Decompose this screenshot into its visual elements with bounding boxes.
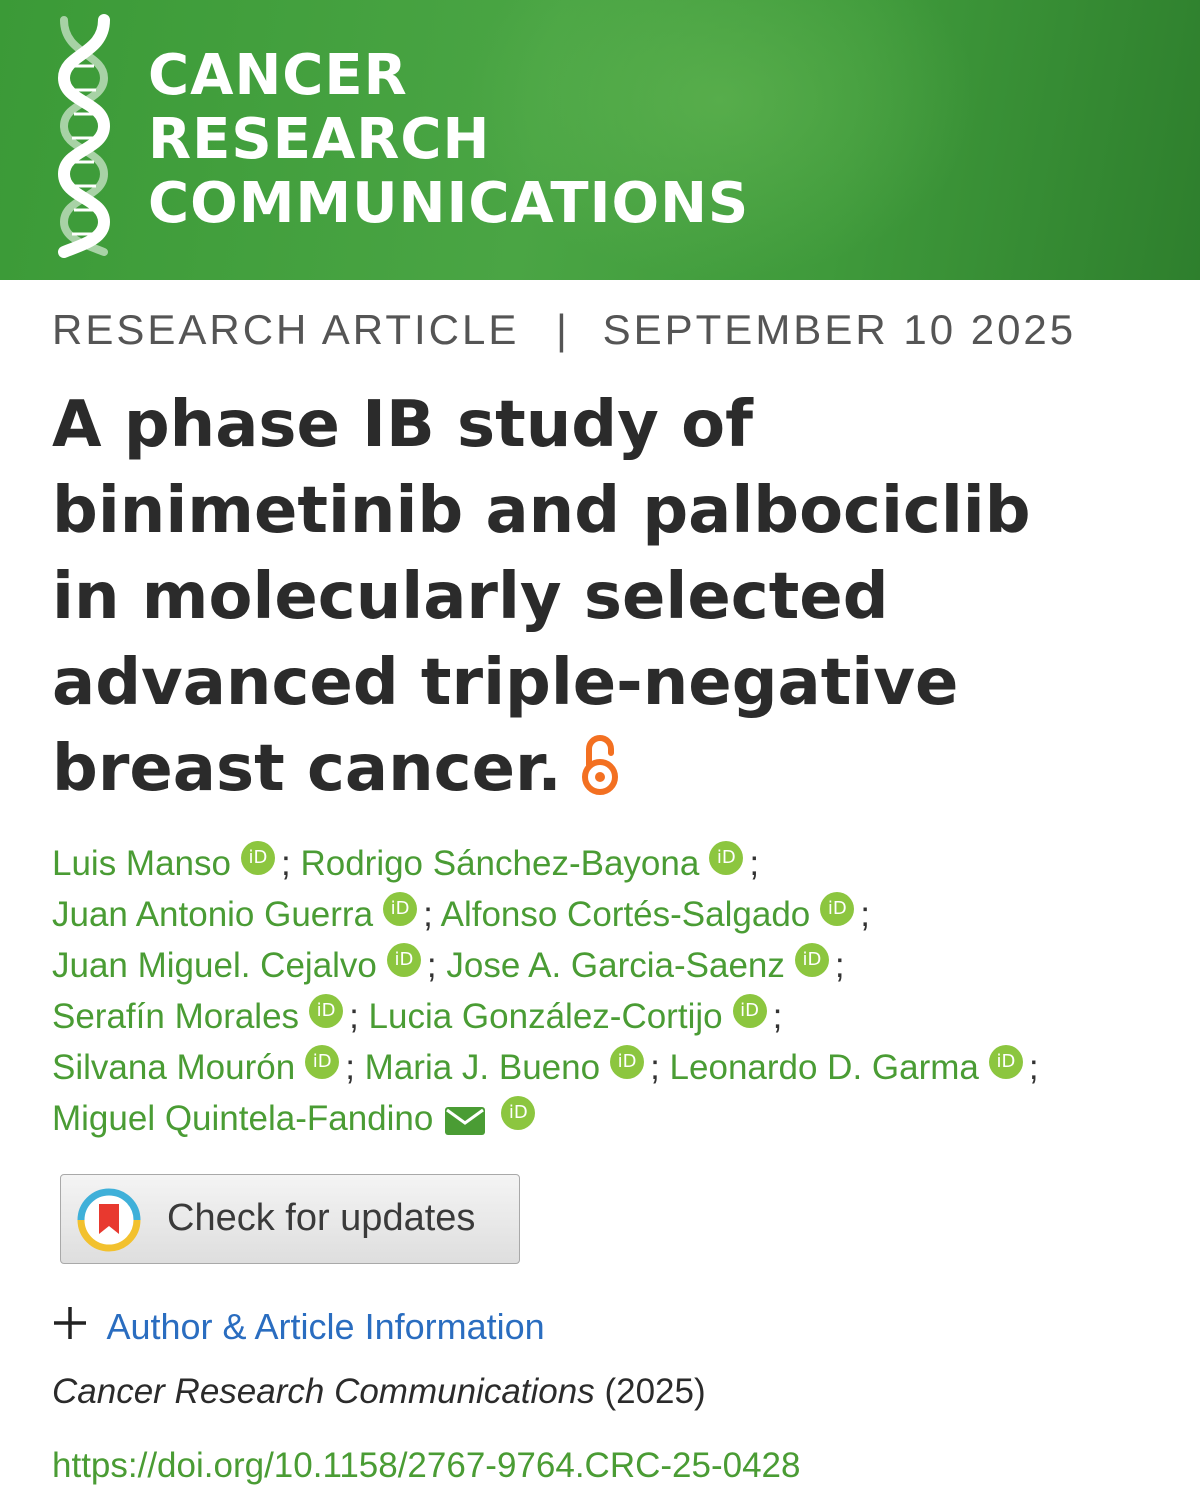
author-separator: ; [772, 997, 783, 1036]
orcid-icon[interactable]: iD [383, 892, 418, 926]
orcid-icon[interactable]: iD [501, 1096, 536, 1130]
author-link[interactable]: Maria J. Bueno [365, 1048, 600, 1087]
author-row: Luis Manso iD; Rodrigo Sánchez-Bayona iD; [52, 838, 1172, 889]
citation: Cancer Research Communications (2025) [52, 1372, 706, 1412]
title-last-line: breast cancer. [52, 726, 1152, 812]
author-row: Serafín Morales iD; Lucia González-Cortij… [52, 991, 1172, 1042]
title-line: binimetinib and palbociclib [52, 474, 1031, 548]
author-row: Miguel Quintela-Fandino iD [52, 1093, 1172, 1144]
author-article-info-link[interactable]: Author & Article Information [106, 1306, 544, 1347]
article-title: A phase IB study of binimetinib and palb… [52, 382, 1152, 812]
author-link[interactable]: Rodrigo Sánchez-Bayona [300, 844, 699, 883]
author-separator: ; [860, 895, 870, 934]
email-icon[interactable] [445, 1106, 486, 1135]
article-type: RESEARCH ARTICLE [52, 306, 520, 353]
author-separator: ; [650, 1048, 660, 1087]
open-access-lock-icon [581, 735, 618, 796]
author-link[interactable]: Jose A. Garcia-Saenz [446, 946, 785, 985]
author-link[interactable]: Luis Manso [52, 844, 231, 883]
article-date: SEPTEMBER 10 2025 [602, 306, 1077, 353]
journal-name-line: RESEARCH [148, 107, 491, 172]
orcid-icon[interactable]: iD [988, 1045, 1023, 1079]
author-link[interactable]: Alfonso Cortés-Salgado [441, 895, 811, 934]
author-separator: ; [834, 946, 845, 985]
dna-logo-icon [57, 14, 111, 258]
author-separator: ; [1028, 1048, 1039, 1087]
author-separator: ; [749, 844, 760, 883]
article-kicker: RESEARCH ARTICLE | SEPTEMBER 10 2025 [52, 306, 1076, 354]
journal-name-line: COMMUNICATIONS [148, 171, 750, 236]
orcid-icon[interactable]: iD [240, 841, 275, 875]
journal-header: CANCER RESEARCH COMMUNICATIONS [0, 0, 1200, 280]
author-link[interactable]: Juan Antonio Guerra [52, 895, 373, 934]
author-separator: ; [345, 1048, 355, 1087]
author-list: Luis Manso iD; Rodrigo Sánchez-Bayona iD; … [52, 838, 1172, 1144]
author-separator: ; [426, 946, 437, 985]
author-separator: ; [349, 997, 359, 1036]
orcid-icon[interactable]: iD [610, 1045, 645, 1079]
author-info-toggle[interactable]: Author & Article Information [52, 1306, 545, 1352]
orcid-icon[interactable]: iD [709, 841, 744, 875]
journal-name: CANCER RESEARCH COMMUNICATIONS [148, 44, 749, 236]
citation-journal: Cancer Research Communications [52, 1372, 595, 1411]
author-row: Juan Antonio Guerra iD; Alfonso Cortés-Sa… [52, 889, 1172, 940]
orcid-icon[interactable]: iD [820, 892, 855, 926]
title-line: in molecularly selected [52, 560, 889, 634]
plus-icon[interactable] [52, 1305, 88, 1341]
title-line: advanced triple-negative [52, 646, 959, 720]
orcid-icon[interactable]: iD [305, 1045, 340, 1079]
crossmark-icon [77, 1188, 141, 1252]
title-line: breast cancer. [52, 732, 562, 806]
doi-link[interactable]: https://doi.org/10.1158/2767-9764.CRC-25… [52, 1446, 800, 1486]
author-link[interactable]: Serafín Morales [52, 997, 299, 1036]
orcid-icon[interactable]: iD [386, 943, 421, 977]
journal-name-line: CANCER [148, 43, 408, 108]
author-link[interactable]: Leonardo D. Garma [670, 1048, 979, 1087]
orcid-icon[interactable]: iD [732, 994, 767, 1028]
author-row: Juan Miguel. Cejalvo iD; Jose A. Garcia-S… [52, 940, 1172, 991]
orcid-icon[interactable]: iD [309, 994, 344, 1028]
author-link[interactable]: Miguel Quintela-Fandino [52, 1099, 433, 1138]
author-link[interactable]: Silvana Mourón [52, 1048, 295, 1087]
orcid-icon[interactable]: iD [794, 943, 829, 977]
author-separator: ; [423, 895, 433, 934]
check-for-updates-button[interactable]: Check for updates [60, 1174, 520, 1264]
author-link[interactable]: Lucia González-Cortijo [369, 997, 723, 1036]
check-for-updates-label: Check for updates [167, 1197, 476, 1239]
author-row: Silvana Mourón iD; Maria J. Bueno iD; Leon… [52, 1042, 1172, 1093]
kicker-separator: | [556, 306, 570, 353]
citation-year: (2025) [604, 1372, 706, 1411]
title-line: A phase IB study of [52, 388, 753, 462]
author-separator: ; [280, 844, 291, 883]
author-link[interactable]: Juan Miguel. Cejalvo [52, 946, 377, 985]
